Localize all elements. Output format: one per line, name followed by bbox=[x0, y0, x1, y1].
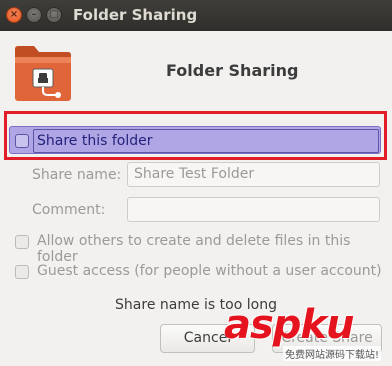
guest-access-label[interactable]: Guest access (for people without a user … bbox=[37, 263, 382, 279]
window-titlebar: × – □ Folder Sharing bbox=[0, 0, 392, 31]
minimize-window-button[interactable]: – bbox=[26, 7, 42, 23]
guest-access-checkbox[interactable] bbox=[15, 265, 29, 279]
maximize-icon: □ bbox=[49, 9, 59, 20]
annotation-highlight-box bbox=[4, 111, 387, 160]
comment-label: Comment: bbox=[32, 202, 106, 218]
share-name-field[interactable]: Share Test Folder bbox=[127, 162, 380, 187]
close-icon: × bbox=[9, 9, 19, 20]
watermark-subtitle: 免费网站源码下载站! bbox=[283, 346, 382, 361]
watermark-logo: aspku bbox=[224, 302, 355, 348]
share-name-label: Share name: bbox=[32, 167, 122, 183]
dialog-heading: Folder Sharing bbox=[166, 61, 299, 80]
close-window-button[interactable]: × bbox=[6, 7, 22, 23]
maximize-window-button[interactable]: □ bbox=[46, 7, 62, 23]
minimize-icon: – bbox=[31, 9, 37, 20]
window-title: Folder Sharing bbox=[73, 6, 198, 24]
folder-share-icon bbox=[15, 46, 71, 101]
allow-others-checkbox[interactable] bbox=[15, 235, 29, 249]
comment-field[interactable] bbox=[127, 197, 380, 222]
allow-others-label[interactable]: Allow others to create and delete files … bbox=[37, 233, 392, 265]
